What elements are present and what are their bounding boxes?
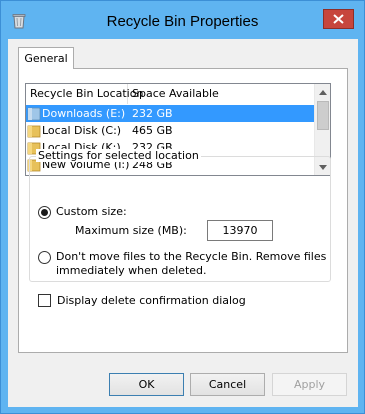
folder-icon — [27, 125, 41, 138]
cancel-button-label: Cancel — [208, 378, 247, 391]
dont-move-label-line1: Don't move files to the Recycle Bin. Rem… — [56, 250, 327, 263]
radio-selected-dot — [41, 209, 48, 216]
ok-button[interactable]: OK — [109, 373, 184, 396]
delete-confirmation-checkbox[interactable] — [38, 294, 51, 307]
apply-button[interactable]: Apply — [272, 373, 347, 396]
title-bar[interactable]: Recycle Bin Properties — [1, 1, 364, 39]
close-button[interactable] — [323, 9, 354, 29]
settings-group-title: Settings for selected location — [36, 149, 201, 162]
list-row[interactable]: Downloads (E:) 232 GB — [26, 105, 314, 122]
scroll-up-button[interactable] — [315, 84, 330, 100]
window-title: Recycle Bin Properties — [106, 13, 259, 30]
apply-button-label: Apply — [293, 378, 326, 391]
drive-icon — [27, 107, 41, 121]
delete-confirmation-label: Display delete confirmation dialog — [57, 294, 246, 307]
chevron-up-icon — [319, 89, 327, 95]
max-size-label: Maximum size (MB): — [75, 224, 187, 237]
location-name: Downloads (E:) — [42, 107, 126, 120]
column-header-location[interactable]: Recycle Bin Location — [26, 84, 143, 104]
scroll-thumb[interactable] — [317, 101, 329, 130]
tab-general[interactable]: General — [18, 47, 74, 69]
space-available: 465 GB — [132, 124, 173, 137]
custom-size-label: Custom size: — [56, 205, 127, 218]
cancel-button[interactable]: Cancel — [190, 373, 265, 396]
max-size-input[interactable] — [207, 220, 273, 241]
location-name: Local Disk (C:) — [42, 124, 122, 137]
recycle-bin-properties-window: Recycle Bin Properties General Recycle B… — [0, 0, 365, 414]
space-available: 232 GB — [132, 107, 173, 120]
list-header: Recycle Bin Location Space Available — [26, 84, 314, 104]
dont-move-radio[interactable] — [38, 251, 51, 264]
dont-move-label-line2: immediately when deleted. — [56, 264, 207, 277]
close-icon — [333, 14, 344, 24]
custom-size-radio[interactable] — [38, 206, 51, 219]
list-row[interactable]: Local Disk (C:) 465 GB — [26, 122, 314, 139]
ok-button-label: OK — [138, 378, 155, 391]
tab-label: General — [24, 52, 68, 65]
column-header-space[interactable]: Space Available — [128, 84, 228, 104]
